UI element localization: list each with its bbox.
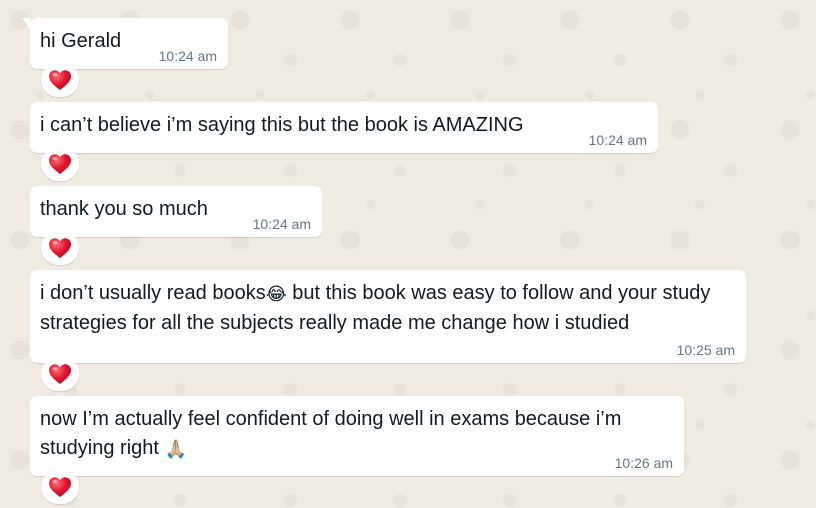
message-text: i can’t believe i’m saying this but the … bbox=[40, 114, 524, 136]
message-list: hi Gerald 10:24 am i can’t believe i’m s… bbox=[0, 0, 816, 508]
message-timestamp: 10:24 am bbox=[588, 132, 647, 148]
message-bubble[interactable]: i don’t usually read books😂 but this boo… bbox=[30, 270, 746, 363]
message-item: thank you so much 10:24 am bbox=[30, 186, 322, 265]
tears-of-joy-emoji: 😂 bbox=[265, 284, 287, 304]
message-item: i don’t usually read books😂 but this boo… bbox=[30, 270, 746, 391]
message-item: now I’m actually feel confident of doing… bbox=[30, 396, 684, 504]
message-item: i can’t believe i’m saying this but the … bbox=[30, 102, 658, 181]
message-bubble[interactable]: thank you so much 10:24 am bbox=[30, 186, 322, 237]
red-heart-icon bbox=[49, 154, 71, 174]
reaction-badge[interactable] bbox=[41, 63, 79, 97]
message-bubble[interactable]: now I’m actually feel confident of doing… bbox=[30, 396, 684, 476]
folded-hands-emoji: 🙏🏼 bbox=[164, 439, 187, 459]
message-item: hi Gerald 10:24 am bbox=[22, 18, 228, 97]
message-timestamp: 10:26 am bbox=[614, 455, 673, 471]
message-text-part: now I’m actually feel confident of doing… bbox=[40, 408, 627, 459]
message-timestamp: 10:24 am bbox=[252, 216, 311, 232]
reaction-badge[interactable] bbox=[41, 147, 79, 181]
red-heart-icon bbox=[49, 477, 71, 497]
red-heart-icon bbox=[49, 70, 71, 90]
message-timestamp: 10:25 am bbox=[676, 342, 735, 358]
message-timestamp: 10:24 am bbox=[158, 48, 217, 64]
message-bubble[interactable]: hi Gerald 10:24 am bbox=[22, 18, 228, 69]
reaction-badge[interactable] bbox=[41, 357, 79, 391]
message-text-part: i don’t usually read books bbox=[40, 282, 266, 304]
red-heart-icon bbox=[49, 364, 71, 384]
message-bubble[interactable]: i can’t believe i’m saying this but the … bbox=[30, 102, 658, 153]
message-text: now I’m actually feel confident of doing… bbox=[40, 405, 674, 464]
reaction-badge[interactable] bbox=[41, 470, 79, 504]
message-text: i don’t usually read books😂 but this boo… bbox=[40, 279, 736, 338]
red-heart-icon bbox=[49, 238, 71, 258]
reaction-badge[interactable] bbox=[41, 231, 79, 265]
